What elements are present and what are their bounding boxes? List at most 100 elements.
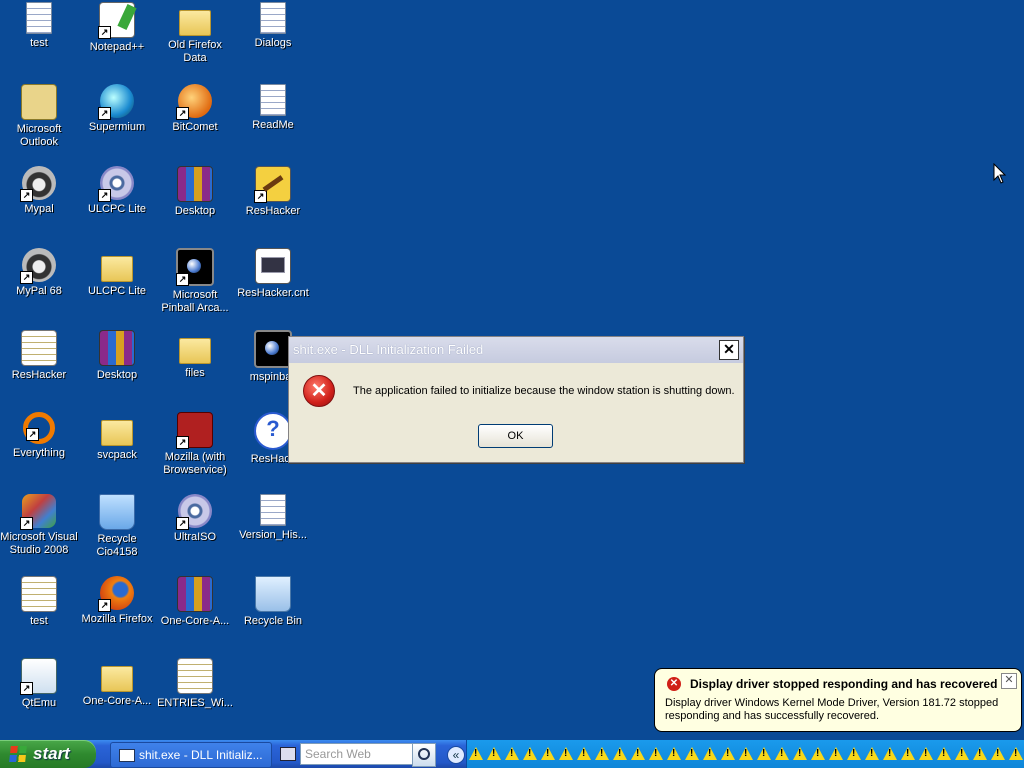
- desktop-icon[interactable]: Version_His...: [234, 494, 312, 542]
- desktop-icon[interactable]: ↗ MyPal 68: [0, 248, 78, 298]
- warning-icon[interactable]: [739, 747, 753, 760]
- warning-icon[interactable]: [1009, 747, 1023, 760]
- raccoon-icon: ↗: [20, 166, 56, 202]
- taskbar-window-label: shit.exe - DLL Initializ...: [139, 748, 263, 762]
- desktop-icon[interactable]: ↗ Microsoft Visual Studio 2008: [0, 494, 78, 557]
- desktop-icon[interactable]: test: [0, 576, 78, 628]
- warning-icon[interactable]: [649, 747, 663, 760]
- start-button[interactable]: start: [0, 740, 96, 768]
- desktop-icon[interactable]: ↗ UltraISO: [156, 494, 234, 544]
- desktop-icon[interactable]: ↗ Mypal: [0, 166, 78, 216]
- start-label: start: [33, 744, 70, 763]
- desktop-icon[interactable]: ↗ Supermium: [78, 84, 156, 134]
- error-dialog: shit.exe - DLL Initialization Failed ✕ ✕…: [288, 336, 744, 463]
- balloon-close-button[interactable]: ✕: [1001, 673, 1017, 689]
- warning-icon[interactable]: [631, 747, 645, 760]
- mozilla-icon: ↗: [176, 412, 213, 449]
- desktop-icon[interactable]: Recycle Cio4158: [78, 494, 156, 559]
- rar-icon: [177, 576, 213, 612]
- desktop-icon[interactable]: ResHacker.cnt: [234, 248, 312, 300]
- desktop-icon[interactable]: Microsoft Outlook: [0, 84, 78, 149]
- desktop-icon-label: files: [185, 367, 205, 379]
- dialog-close-button[interactable]: ✕: [719, 340, 739, 360]
- desktop-icon-label: ENTRIES_Wi...: [157, 697, 233, 709]
- warning-icon[interactable]: [559, 747, 573, 760]
- warning-icon[interactable]: [991, 747, 1005, 760]
- warning-icon[interactable]: [685, 747, 699, 760]
- warning-icon[interactable]: [919, 747, 933, 760]
- rar-icon: [177, 166, 213, 202]
- cd-icon: ↗: [98, 166, 134, 202]
- entries-icon: [21, 576, 57, 612]
- warning-icon[interactable]: [595, 747, 609, 760]
- search-input[interactable]: Search Web: [300, 743, 418, 765]
- desktop-icon[interactable]: Recycle Bin: [234, 576, 312, 628]
- desktop-icon[interactable]: svcpack: [78, 412, 156, 462]
- warning-icon[interactable]: [577, 747, 591, 760]
- desktop-icon-label: ULCPC Lite: [87, 285, 147, 297]
- desktop-icon[interactable]: One-Core-A...: [78, 658, 156, 708]
- desktop-icon[interactable]: Dialogs: [234, 2, 312, 50]
- warning-icon[interactable]: [469, 747, 483, 760]
- desktop-icon-label: Microsoft Visual Studio 2008: [0, 531, 78, 556]
- desktop-icon[interactable]: ResHacker: [0, 330, 78, 382]
- warning-icon[interactable]: [865, 747, 879, 760]
- search-icon[interactable]: [412, 743, 436, 767]
- shortcut-arrow-icon: ↗: [20, 517, 33, 530]
- shortcut-arrow-icon: ↗: [98, 26, 111, 39]
- keyboard-icon[interactable]: [280, 747, 296, 761]
- warning-icon[interactable]: [901, 747, 915, 760]
- desktop-icon[interactable]: Desktop: [156, 166, 234, 218]
- desktop-icon[interactable]: ↗ Notepad++: [78, 2, 156, 54]
- tray-expand-button[interactable]: «: [447, 746, 465, 764]
- desktop-icon[interactable]: ULCPC Lite: [78, 248, 156, 298]
- desktop-icon[interactable]: ↗ Mozilla (with Browservice): [156, 412, 234, 477]
- desktop-icon-label: Mozilla Firefox: [81, 613, 153, 625]
- warning-icon[interactable]: [937, 747, 951, 760]
- desktop-icon[interactable]: test: [0, 2, 78, 50]
- desktop-icon[interactable]: ReadMe: [234, 84, 312, 132]
- dialog-titlebar[interactable]: shit.exe - DLL Initialization Failed ✕: [289, 337, 743, 363]
- warning-icon[interactable]: [847, 747, 861, 760]
- desktop-icon[interactable]: files: [156, 330, 234, 380]
- warning-icon[interactable]: [757, 747, 771, 760]
- desktop-icon[interactable]: Desktop: [78, 330, 156, 382]
- warning-icon[interactable]: [973, 747, 987, 760]
- warning-icon[interactable]: [505, 747, 519, 760]
- warning-icon[interactable]: [703, 747, 717, 760]
- desktop-icon[interactable]: ↗ Mozilla Firefox: [78, 576, 156, 626]
- desktop-icon[interactable]: ↗ ULCPC Lite: [78, 166, 156, 216]
- desktop-icon[interactable]: ↗ BitComet: [156, 84, 234, 134]
- desktop-icon-label: Desktop: [96, 369, 138, 381]
- doc-icon: [26, 2, 52, 34]
- desktop-icon[interactable]: ↗ Microsoft Pinball Arca...: [156, 248, 234, 315]
- desktop-icon-label: Version_His...: [239, 529, 307, 541]
- warning-icon[interactable]: [487, 747, 501, 760]
- desktop-icon[interactable]: One-Core-A...: [156, 576, 234, 628]
- desktop-icon-label: UltraISO: [173, 531, 217, 543]
- desktop-icon[interactable]: ↗ QtEmu: [0, 658, 78, 710]
- ok-button[interactable]: OK: [478, 424, 553, 448]
- desktop-icon[interactable]: Old Firefox Data: [156, 2, 234, 65]
- warning-icon[interactable]: [811, 747, 825, 760]
- warning-icon[interactable]: [775, 747, 789, 760]
- shortcut-arrow-icon: ↗: [98, 189, 111, 202]
- warning-icon[interactable]: [541, 747, 555, 760]
- desktop-icon[interactable]: ENTRIES_Wi...: [156, 658, 234, 710]
- warning-icon[interactable]: [613, 747, 627, 760]
- warning-icon[interactable]: [955, 747, 969, 760]
- warning-icon[interactable]: [523, 747, 537, 760]
- warning-icon[interactable]: [793, 747, 807, 760]
- desktop-icon-label: Mypal: [24, 203, 54, 215]
- taskbar-window-button[interactable]: shit.exe - DLL Initializ...: [110, 742, 272, 768]
- desktop-icon-label: Mozilla (with Browservice): [163, 451, 227, 476]
- desktop-icon[interactable]: ↗ Everything: [0, 412, 78, 460]
- warning-icon[interactable]: [829, 747, 843, 760]
- notification-balloon[interactable]: ✕ Display driver stopped responding and …: [654, 668, 1022, 732]
- warning-icon[interactable]: [883, 747, 897, 760]
- balloon-text: Display driver Windows Kernel Mode Drive…: [665, 697, 999, 722]
- shortcut-arrow-icon: ↗: [98, 599, 111, 612]
- warning-icon[interactable]: [721, 747, 735, 760]
- desktop-icon[interactable]: ↗ ResHacker: [234, 166, 312, 218]
- warning-icon[interactable]: [667, 747, 681, 760]
